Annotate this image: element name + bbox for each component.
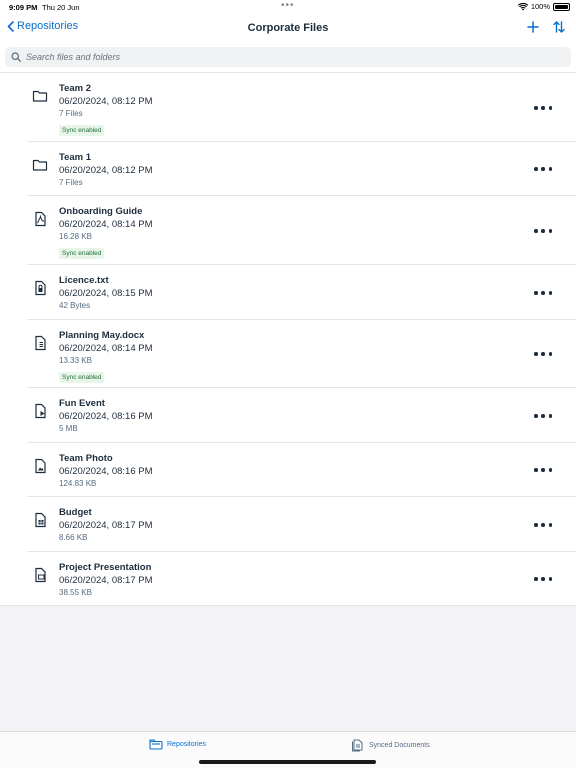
folder-icon	[30, 155, 50, 175]
tab-repositories-label: Repositories	[167, 740, 206, 748]
wifi-icon	[517, 2, 528, 10]
status-time: 9:09 PM	[9, 3, 38, 12]
more-options-icon[interactable]	[534, 574, 552, 584]
file-modified-date: 06/20/2024, 08:12 PM	[59, 165, 153, 176]
file-size: 7 Files	[59, 109, 83, 118]
more-options-icon[interactable]	[534, 465, 552, 475]
file-text: Budget 06/20/2024, 08:17 PM 8.66 KB	[59, 507, 153, 543]
row-divider	[27, 605, 576, 606]
multitasking-dots-icon[interactable]: •••	[281, 0, 295, 11]
more-options-icon[interactable]	[534, 226, 552, 236]
file-row[interactable]: Licence.txt 06/20/2024, 08:15 PM 42 Bytes	[0, 265, 576, 320]
image-file-icon	[30, 456, 50, 476]
more-options-icon[interactable]	[534, 520, 552, 530]
file-size: 7 Files	[59, 178, 83, 187]
text-file-icon	[30, 278, 50, 298]
file-size: 38.55 KB	[59, 588, 92, 597]
page-title: Corporate Files	[247, 22, 329, 34]
file-modified-date: 06/20/2024, 08:16 PM	[59, 466, 153, 477]
file-modified-date: 06/20/2024, 08:17 PM	[59, 575, 153, 586]
file-name: Team Photo	[59, 453, 113, 464]
home-indicator	[199, 760, 376, 764]
repositories-icon	[149, 739, 163, 750]
file-list: Team 2 06/20/2024, 08:12 PM 7 Files Sync en…	[0, 73, 576, 606]
file-text: Planning May.docx 06/20/2024, 08:14 PM 13.…	[59, 330, 153, 384]
more-options-icon[interactable]	[534, 164, 552, 174]
search-field[interactable]	[5, 47, 571, 67]
tab-synced-documents-label: Synced Documents	[369, 741, 430, 749]
file-text: Onboarding Guide 06/20/2024, 08:14 PM 16.2…	[59, 206, 153, 260]
file-name: Fun Event	[59, 398, 105, 409]
file-size: 42 Bytes	[59, 301, 91, 310]
status-right: 100%	[517, 2, 570, 11]
tab-synced-documents[interactable]: Synced Documents	[351, 738, 430, 752]
file-size: 13.33 KB	[59, 356, 92, 365]
file-name: Budget	[59, 507, 92, 518]
status-date: Thu 20 Jun	[42, 3, 80, 12]
sort-icon[interactable]	[552, 20, 566, 34]
document-file-icon	[30, 333, 50, 353]
more-options-icon[interactable]	[534, 103, 552, 113]
file-row[interactable]: Team 1 06/20/2024, 08:12 PM 7 Files	[0, 142, 576, 196]
file-row[interactable]: Team 2 06/20/2024, 08:12 PM 7 Files Sync en…	[0, 73, 576, 142]
file-text: Fun Event 06/20/2024, 08:16 PM 5 MB	[59, 398, 153, 434]
synced-documents-icon	[352, 739, 363, 752]
folder-icon	[30, 86, 50, 106]
battery-icon	[553, 2, 570, 11]
nav-actions	[526, 20, 566, 34]
file-text: Project Presentation 06/20/2024, 08:17 PM…	[59, 562, 153, 598]
file-modified-date: 06/20/2024, 08:12 PM	[59, 96, 153, 107]
file-row[interactable]: Budget 06/20/2024, 08:17 PM 8.66 KB	[0, 497, 576, 552]
video-file-icon	[30, 401, 50, 421]
file-name: Team 2	[59, 83, 92, 94]
file-size: 124.83 KB	[59, 479, 97, 488]
file-modified-date: 06/20/2024, 08:15 PM	[59, 288, 153, 299]
plus-icon[interactable]	[526, 20, 540, 34]
file-name: Licence.txt	[59, 275, 109, 286]
file-row[interactable]: Onboarding Guide 06/20/2024, 08:14 PM 16.2…	[0, 196, 576, 265]
presentation-file-icon	[30, 565, 50, 585]
sync-status-badge: Sync enabled	[59, 248, 105, 259]
file-size: 5 MB	[59, 424, 78, 433]
file-modified-date: 06/20/2024, 08:14 PM	[59, 343, 153, 354]
sync-status-badge: Sync enabled	[59, 125, 105, 136]
file-row[interactable]: Fun Event 06/20/2024, 08:16 PM 5 MB	[0, 388, 576, 443]
file-modified-date: 06/20/2024, 08:14 PM	[59, 219, 153, 230]
file-modified-date: 06/20/2024, 08:16 PM	[59, 411, 153, 422]
file-text: Licence.txt 06/20/2024, 08:15 PM 42 Bytes	[59, 275, 153, 311]
file-text: Team 1 06/20/2024, 08:12 PM 7 Files	[59, 152, 153, 188]
more-options-icon[interactable]	[534, 411, 552, 421]
search-input[interactable]	[26, 52, 546, 62]
spreadsheet-file-icon	[30, 510, 50, 530]
file-text: Team 2 06/20/2024, 08:12 PM 7 Files Sync en…	[59, 83, 153, 137]
more-options-icon[interactable]	[534, 349, 552, 359]
file-row[interactable]: Project Presentation 06/20/2024, 08:17 PM…	[0, 552, 576, 606]
file-name: Team 1	[59, 152, 92, 163]
more-options-icon[interactable]	[534, 288, 552, 298]
navigation-bar: Repositories Corporate Files	[0, 14, 576, 42]
tab-repositories[interactable]: Repositories	[149, 738, 206, 750]
status-bar: 9:09 PM Thu 20 Jun ••• 100%	[0, 0, 576, 14]
file-text: Team Photo 06/20/2024, 08:16 PM 124.83 KB	[59, 453, 153, 489]
file-name: Planning May.docx	[59, 330, 145, 341]
file-row[interactable]: Planning May.docx 06/20/2024, 08:14 PM 13.…	[0, 320, 576, 388]
file-size: 8.66 KB	[59, 533, 88, 542]
pdf-file-icon	[30, 209, 50, 229]
battery-percent: 100%	[530, 2, 550, 11]
file-name: Project Presentation	[59, 562, 152, 573]
search-bar-container	[0, 42, 576, 73]
sync-status-badge: Sync enabled	[59, 372, 105, 383]
file-name: Onboarding Guide	[59, 206, 143, 217]
search-icon	[11, 52, 21, 62]
file-modified-date: 06/20/2024, 08:17 PM	[59, 520, 153, 531]
file-row[interactable]: Team Photo 06/20/2024, 08:16 PM 124.83 KB	[0, 443, 576, 497]
file-size: 16.28 KB	[59, 232, 92, 241]
